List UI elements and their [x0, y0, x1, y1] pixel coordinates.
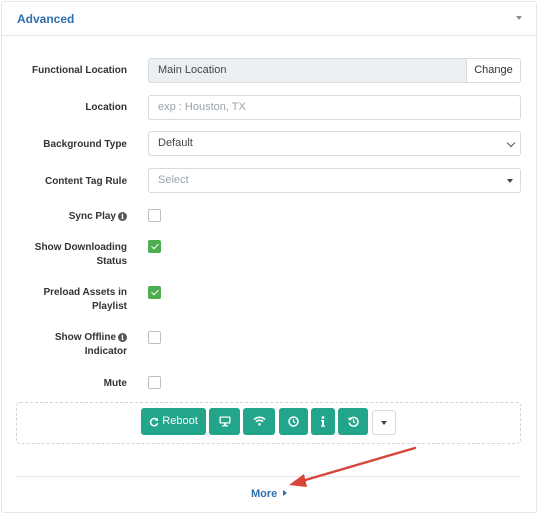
show-offline-indicator-label: Show Offline i Indicator [55, 331, 127, 359]
change-location-button[interactable]: Change [466, 58, 521, 83]
info-icon [321, 415, 325, 427]
mute-label: Mute [103, 378, 127, 389]
location-placeholder: exp : Houston, TX [158, 101, 246, 113]
mute-checkbox[interactable] [148, 376, 161, 389]
history-icon [348, 416, 359, 427]
preload-assets-line1: Preload Assets in [43, 287, 127, 298]
background-type-label: Background Type [43, 139, 127, 150]
caret-down-icon [507, 179, 513, 183]
show-downloading-status-line1: Show Downloading [34, 242, 127, 253]
show-offline-indicator-line2: Indicator [84, 346, 127, 357]
location-input[interactable]: exp : Houston, TX [148, 95, 521, 120]
reboot-button[interactable]: Reboot [141, 408, 206, 435]
caret-down-icon [381, 421, 387, 425]
panel-header[interactable]: Advanced [2, 2, 536, 36]
info-icon[interactable]: i [118, 212, 127, 221]
preload-assets-label: Preload Assets in Playlist [43, 286, 127, 314]
show-offline-indicator-checkbox[interactable] [148, 331, 161, 344]
info-button[interactable] [311, 408, 335, 435]
show-offline-indicator-line1-text: Show Offline [54, 332, 116, 343]
wifi-button[interactable] [243, 408, 275, 435]
more-actions-dropdown-button[interactable] [372, 410, 396, 435]
clock-icon [288, 415, 299, 427]
show-downloading-status-line2: Status [96, 256, 127, 267]
show-downloading-status-label: Show Downloading Status [35, 241, 127, 269]
panel-title: Advanced [17, 12, 75, 26]
functional-location-label: Functional Location [32, 65, 127, 76]
show-downloading-status-checkbox[interactable] [148, 240, 161, 253]
sync-play-label-text: Sync Play [68, 211, 116, 222]
collapse-caret-icon[interactable] [516, 16, 522, 20]
refresh-icon [150, 417, 159, 426]
caret-right-icon [283, 490, 287, 496]
sync-play-label: Sync Play i [69, 210, 127, 224]
screen-button[interactable] [209, 408, 240, 435]
preload-assets-checkbox[interactable] [148, 286, 161, 299]
content-tag-rule-label: Content Tag Rule [44, 176, 127, 187]
show-offline-indicator-line1: Show Offline i [55, 331, 127, 345]
location-label: Location [85, 102, 127, 113]
wifi-icon [252, 416, 266, 426]
functional-location-value: Main Location [158, 64, 227, 76]
content-tag-rule-placeholder: Select [158, 174, 189, 186]
functional-location-field: Main Location [148, 58, 466, 83]
preload-assets-line2: Playlist [91, 301, 127, 312]
background-type-value: Default [158, 137, 193, 149]
history-button[interactable] [338, 408, 368, 435]
more-link[interactable]: More [251, 488, 277, 500]
reboot-label: Reboot [162, 415, 198, 427]
background-type-select[interactable]: Default [148, 131, 521, 156]
clock-button[interactable] [279, 408, 308, 435]
footer-divider [16, 476, 521, 477]
info-icon[interactable]: i [118, 333, 127, 342]
content-tag-rule-select[interactable]: Select [148, 168, 521, 193]
chevron-down-icon [506, 138, 516, 148]
monitor-icon [219, 416, 230, 426]
sync-play-checkbox[interactable] [148, 209, 161, 222]
